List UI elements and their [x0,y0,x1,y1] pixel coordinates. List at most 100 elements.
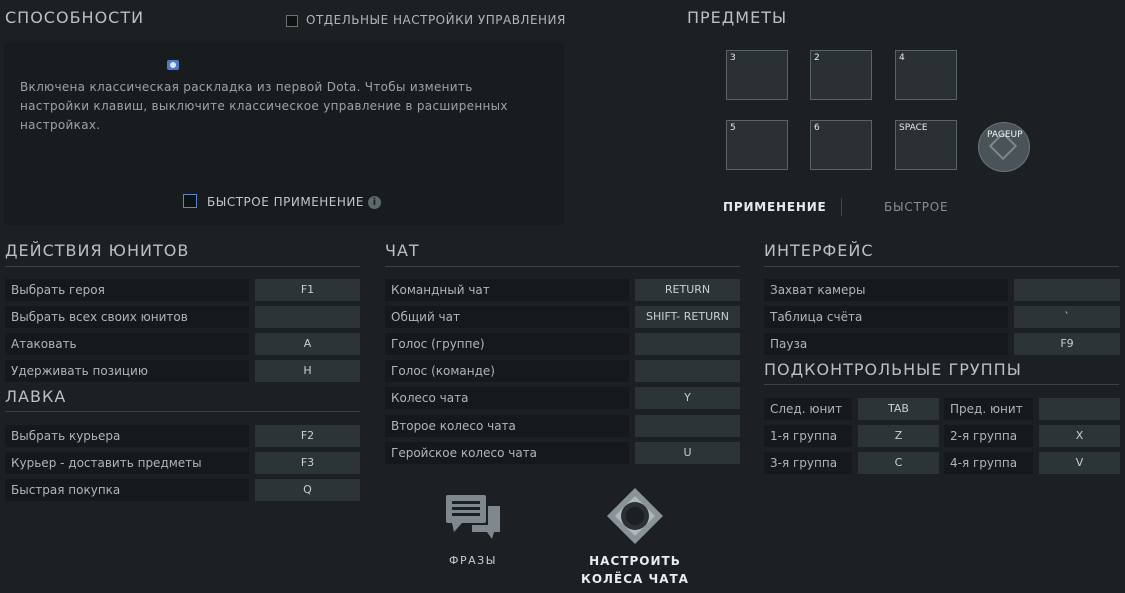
divider [5,266,360,267]
divider [385,266,740,267]
chat-wheel-icon [607,488,663,544]
hotkey-label: Командный чат [385,279,629,301]
hotkey-button[interactable] [635,360,740,382]
hotkey-button[interactable] [635,333,740,355]
hotkey-button[interactable]: X [1039,425,1120,447]
hotkey-button[interactable]: SHIFT- RETURN [635,306,740,328]
hotkey-label: Удерживать позицию [5,360,249,382]
hotkey-label: Атаковать [5,333,249,355]
hotkey-label: Геройское колесо чата [385,442,629,464]
hotkey-button[interactable] [1014,279,1120,301]
hotkey-row-voice-team: Голос (команде) [385,360,740,382]
unit-actions-title: ДЕЙСТВИЯ ЮНИТОВ [5,241,190,260]
control-group-row-2: 1-я группа Z 2-я группа X [764,425,1120,447]
hotkey-button[interactable]: RETURN [635,279,740,301]
camera-icon [167,60,179,70]
divider [5,411,360,412]
hotkey-label: Пред. юнит [944,398,1033,420]
hotkey-label: Выбрать всех своих юнитов [5,306,249,328]
info-icon[interactable]: i [368,196,381,209]
hotkey-label: 3-я группа [764,452,852,474]
hotkey-label: 1-я группа [764,425,852,447]
quick-cast-label: БЫСТРОЕ ПРИМЕНЕНИЕ [207,195,364,209]
hotkey-button[interactable]: Z [858,425,939,447]
abilities-panel: Включена классическая раскладка из перво… [4,42,564,225]
hotkey-row-camera-grip: Захват камеры [764,279,1120,301]
hotkey-button[interactable]: C [858,452,939,474]
hotkey-row-scoreboard: Таблица счёта ` [764,306,1120,328]
hotkey-row-hero-chat-wheel: Геройское колесо чата U [385,442,740,464]
hotkey-button[interactable]: A [255,333,360,355]
info-line-1: Включена классическая раскладка из перво… [20,80,473,94]
separate-controls-checkbox[interactable] [286,15,298,27]
hotkey-row-select-hero: Выбрать героя F1 [5,279,360,301]
tab-divider [841,198,842,216]
hotkey-button[interactable]: H [255,360,360,382]
interface-title: ИНТЕРФЕЙС [764,241,874,260]
hotkey-button[interactable]: U [635,442,740,464]
configure-label-line2: КОЛЁСА ЧАТА [581,572,689,586]
hotkey-row-pause: Пауза F9 [764,333,1120,355]
chat-title: ЧАТ [385,241,420,260]
hotkey-button[interactable]: F9 [1014,333,1120,355]
hotkey-button[interactable] [635,415,740,437]
configure-label-line1: НАСТРОИТЬ [589,554,681,568]
item-slot-6[interactable]: SPACE [895,120,957,170]
quick-cast-checkbox[interactable] [183,194,197,208]
item-slot-1[interactable]: 3 [726,50,788,100]
hotkey-button[interactable]: ` [1014,306,1120,328]
items-title: ПРЕДМЕТЫ [687,8,788,27]
hotkey-row-voice-party: Голос (группе) [385,333,740,355]
hotkey-label: Голос (команде) [385,360,629,382]
hotkey-button[interactable]: F2 [255,425,360,447]
hotkey-label: Захват камеры [764,279,1008,301]
hotkey-label: 2-я группа [944,425,1033,447]
tab-quick[interactable]: БЫСТРОЕ [884,200,948,214]
item-slot-2[interactable]: 2 [810,50,872,100]
tab-apply[interactable]: ПРИМЕНЕНИЕ [723,200,827,214]
item-slot-key: 3 [730,53,736,63]
hotkey-button[interactable]: TAB [858,398,939,420]
info-line-3: настройках. [20,118,101,132]
item-slot-key: SPACE [899,123,928,133]
hotkey-row-team-chat: Командный чат RETURN [385,279,740,301]
configure-chat-wheels-button[interactable]: НАСТРОИТЬ КОЛЁСА ЧАТА [580,484,690,589]
item-slot-4[interactable]: 5 [726,120,788,170]
hotkey-label: Голос (группе) [385,333,629,355]
divider [764,384,1119,385]
hotkey-row-second-chat-wheel: Второе колесо чата [385,415,740,437]
hotkey-label: След. юнит [764,398,852,420]
hotkey-label: Общий чат [385,306,629,328]
item-slot-key: 5 [730,123,736,133]
hotkey-label: Выбрать героя [5,279,249,301]
neutral-item-slot[interactable]: PAGEUP [978,122,1030,172]
phrases-label: ФРАЗЫ [449,554,497,567]
hotkey-row-select-courier: Выбрать курьера F2 [5,425,360,447]
hotkey-label: Пауза [764,333,1008,355]
pageup-key: PAGEUP [987,130,1023,140]
hotkey-row-select-all-units: Выбрать всех своих юнитов [5,306,360,328]
separate-controls-label: ОТДЕЛЬНЫЕ НАСТРОЙКИ УПРАВЛЕНИЯ [306,13,566,27]
hotkey-button[interactable]: F1 [255,279,360,301]
hotkey-row-hold-position: Удерживать позицию H [5,360,360,382]
hotkey-button[interactable] [1039,398,1120,420]
control-groups-title: ПОДКОНТРОЛЬНЫЕ ГРУППЫ [764,360,1022,379]
info-line-2: настройки клавиш, выключите классическое… [20,99,508,113]
item-slot-key: 4 [899,53,905,63]
hotkey-row-all-chat: Общий чат SHIFT- RETURN [385,306,740,328]
hotkey-button[interactable]: Y [635,387,740,409]
item-slot-5[interactable]: 6 [810,120,872,170]
hotkey-label: Выбрать курьера [5,425,249,447]
abilities-title: СПОСОБНОСТИ [5,8,145,27]
hotkey-row-courier-deliver: Курьер - доставить предметы F3 [5,452,360,474]
hotkey-button[interactable]: Q [255,479,360,501]
control-group-row-1: След. юнит TAB Пред. юнит [764,398,1120,420]
hotkey-row-attack: Атаковать A [5,333,360,355]
hotkey-label: Таблица счёта [764,306,1008,328]
phrases-button[interactable]: ФРАЗЫ [440,492,506,572]
hotkey-button[interactable]: F3 [255,452,360,474]
hotkey-button[interactable] [255,306,360,328]
item-slot-3[interactable]: 4 [895,50,957,100]
hotkey-button[interactable]: V [1039,452,1120,474]
hotkey-label: Быстрая покупка [5,479,249,501]
